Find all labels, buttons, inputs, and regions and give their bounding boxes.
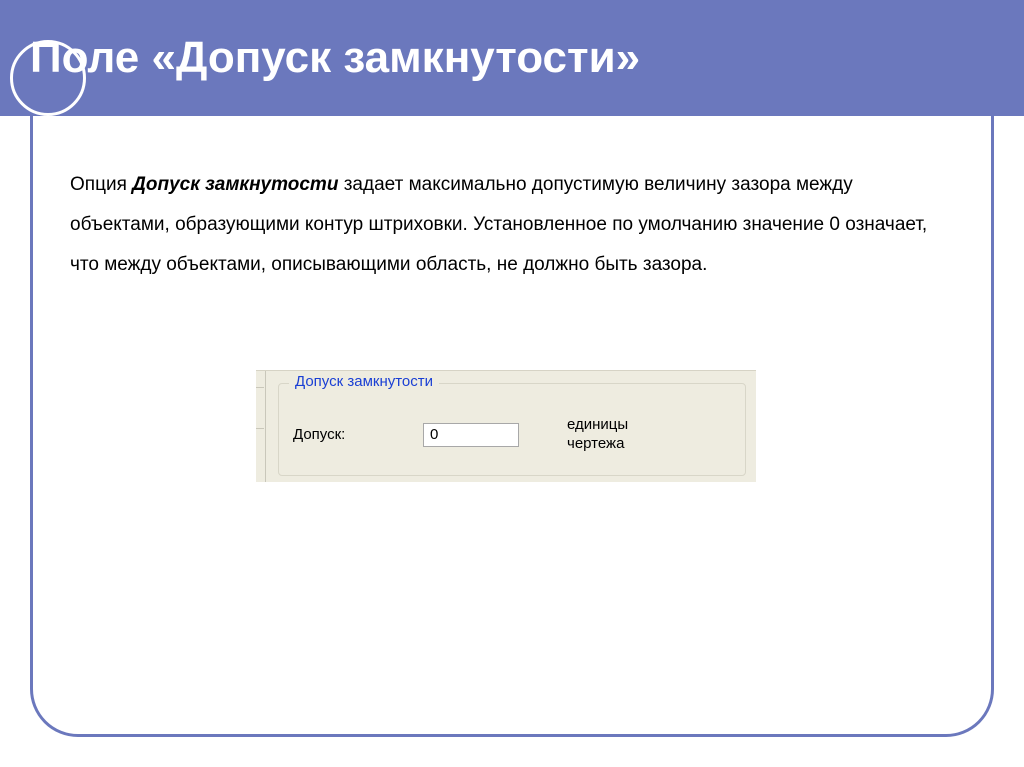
- stub-line-icon: [256, 428, 264, 429]
- units-line1: единицы: [567, 416, 628, 435]
- tolerance-fieldset: Допуск замкнутости Допуск: единицы черте…: [278, 383, 746, 476]
- fieldset-legend: Допуск замкнутости: [289, 373, 439, 390]
- para-prefix: Опция: [70, 174, 132, 195]
- header-banner: Поле «Допуск замкнутости»: [0, 0, 1024, 116]
- stub-line-icon: [256, 387, 264, 388]
- tolerance-panel: Допуск замкнутости Допуск: единицы черте…: [256, 370, 756, 482]
- para-option: Допуск замкнутости: [132, 174, 338, 195]
- units-line2: чертежа: [567, 435, 628, 454]
- circle-accent-icon: [10, 40, 86, 116]
- units-text: единицы чертежа: [567, 416, 628, 454]
- tolerance-input[interactable]: [423, 423, 519, 447]
- slide-title: Поле «Допуск замкнутости»: [30, 33, 640, 83]
- field-row: Допуск: единицы чертежа: [293, 416, 733, 454]
- tolerance-label: Допуск:: [293, 426, 423, 443]
- body-paragraph: Опция Допуск замкнутости задает максимал…: [70, 165, 954, 285]
- panel-left-stub: [256, 371, 266, 482]
